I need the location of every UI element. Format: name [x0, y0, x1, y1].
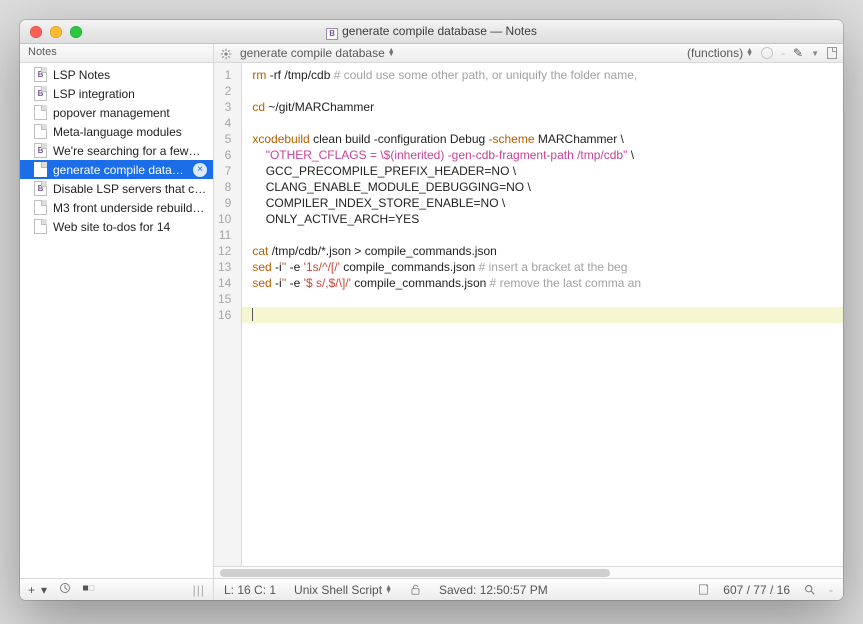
code-line[interactable]: cat /tmp/cdb/*.json > compile_commands.j… [242, 243, 843, 259]
sidebar-item[interactable]: popover management [20, 103, 213, 122]
sidebar-item-label: popover management [53, 106, 170, 120]
code-line[interactable] [242, 307, 843, 323]
code-line[interactable] [242, 291, 843, 307]
saved-status: Saved: 12:50:57 PM [439, 583, 548, 597]
breadcrumb-dropdown[interactable]: generate compile database [240, 46, 395, 60]
code-line[interactable]: GCC_PRECOMPILE_PREFIX_HEADER=NO \ [242, 163, 843, 179]
sidebar-item[interactable]: B LSP Notes [20, 65, 213, 84]
document-stats-icon [698, 583, 709, 597]
remove-note-button[interactable]: ▾ [41, 583, 47, 597]
document-icon [34, 124, 47, 139]
document-icon [34, 219, 47, 234]
code-line[interactable]: sed -i'' -e '$ s/,$/\]/' compile_command… [242, 275, 843, 291]
sidebar-item[interactable]: Meta-language modules [20, 122, 213, 141]
edit-icon[interactable]: ✎ [793, 46, 803, 60]
text-cursor [252, 308, 253, 321]
sidebar-item-label: Meta-language modules [53, 125, 182, 139]
view-mode-button[interactable] [83, 582, 95, 597]
code-line[interactable]: sed -i'' -e '1s/^/[/' compile_commands.j… [242, 259, 843, 275]
sidebar-item[interactable]: M3 front underside rebuild… [20, 198, 213, 217]
code-line[interactable]: COMPILER_INDEX_STORE_ENABLE=NO \ [242, 195, 843, 211]
code-line[interactable]: "OTHER_CFLAGS = \$(inherited) -gen-cdb-f… [242, 147, 843, 163]
sidebar-item-label: generate compile data… [53, 163, 184, 177]
sidebar-item-label: M3 front underside rebuild… [53, 201, 204, 215]
gear-icon[interactable] [220, 46, 232, 60]
editor-toolbar: generate compile database (functions) - … [214, 44, 843, 63]
editor[interactable]: 12345678910111213141516 rm -rf /tmp/cdb … [214, 63, 843, 566]
code-line[interactable]: ONLY_ACTIVE_ARCH=YES [242, 211, 843, 227]
document-icon: B [34, 67, 47, 82]
window-title: Bgenerate compile database — Notes [20, 24, 843, 40]
sidebar-item[interactable]: B LSP integration [20, 84, 213, 103]
document-stats: 607 / 77 / 16 [723, 583, 790, 597]
document-icon: B [34, 181, 47, 196]
scrollbar-thumb[interactable] [220, 569, 610, 577]
sidebar-header: Notes [20, 44, 213, 63]
code-line[interactable] [242, 83, 843, 99]
functions-dropdown[interactable]: (functions) [687, 46, 753, 60]
sidebar: Notes B LSP Notes B LSP integration popover … [20, 44, 214, 600]
sidebar-item[interactable]: generate compile data… × [20, 160, 213, 179]
code-line[interactable]: CLANG_ENABLE_MODULE_DEBUGGING=NO \ [242, 179, 843, 195]
app-window: Bgenerate compile database — Notes Notes… [20, 20, 843, 600]
new-document-icon[interactable] [827, 47, 837, 59]
note-list[interactable]: B LSP Notes B LSP integration popover manage… [20, 63, 213, 578]
split-dropdown[interactable]: ▼ [811, 49, 819, 58]
document-icon [34, 200, 47, 215]
line-number-gutter: 12345678910111213141516 [214, 63, 242, 566]
sidebar-item-label: We're searching for a few… [53, 144, 200, 158]
document-proxy-icon[interactable]: B [326, 28, 338, 40]
sidebar-item[interactable]: B We're searching for a few… [20, 141, 213, 160]
sidebar-item-label: Disable LSP servers that cr… [53, 182, 207, 196]
code-line[interactable]: cd ~/git/MARChammer [242, 99, 843, 115]
code-line[interactable] [242, 227, 843, 243]
sidebar-item-label: LSP Notes [53, 68, 110, 82]
search-icon[interactable] [804, 583, 815, 597]
sidebar-item[interactable]: B Disable LSP servers that cr… [20, 179, 213, 198]
language-selector[interactable]: Unix Shell Script [294, 583, 392, 597]
code-area[interactable]: rm -rf /tmp/cdb # could use some other p… [242, 63, 843, 566]
cursor-position: L: 16 C: 1 [224, 583, 276, 597]
editor-pane: generate compile database (functions) - … [214, 44, 843, 600]
close-icon[interactable]: × [193, 163, 207, 177]
titlebar: Bgenerate compile database — Notes [20, 20, 843, 44]
search-placeholder[interactable]: - [829, 583, 833, 597]
document-icon [34, 162, 47, 177]
document-icon: B [34, 143, 47, 158]
document-icon: B [34, 86, 47, 101]
divider: - [781, 46, 785, 60]
code-line[interactable]: xcodebuild clean build -configuration De… [242, 131, 843, 147]
code-line[interactable]: rm -rf /tmp/cdb # could use some other p… [242, 67, 843, 83]
code-line[interactable] [242, 115, 843, 131]
sidebar-item[interactable]: Web site to-dos for 14 [20, 217, 213, 236]
sidebar-tools: + ▾ ||| [20, 578, 213, 600]
sidebar-item-label: LSP integration [53, 87, 135, 101]
modified-indicator-icon [761, 47, 773, 59]
add-note-button[interactable]: + [28, 583, 35, 597]
recent-button[interactable] [59, 582, 71, 597]
status-bar: L: 16 C: 1 Unix Shell Script Saved: 12:5… [214, 578, 843, 600]
sidebar-item-label: Web site to-dos for 14 [53, 220, 170, 234]
horizontal-scrollbar[interactable] [214, 566, 843, 578]
lock-icon[interactable] [410, 583, 421, 597]
sidebar-drag-handle[interactable]: ||| [193, 583, 205, 597]
document-icon [34, 105, 47, 120]
